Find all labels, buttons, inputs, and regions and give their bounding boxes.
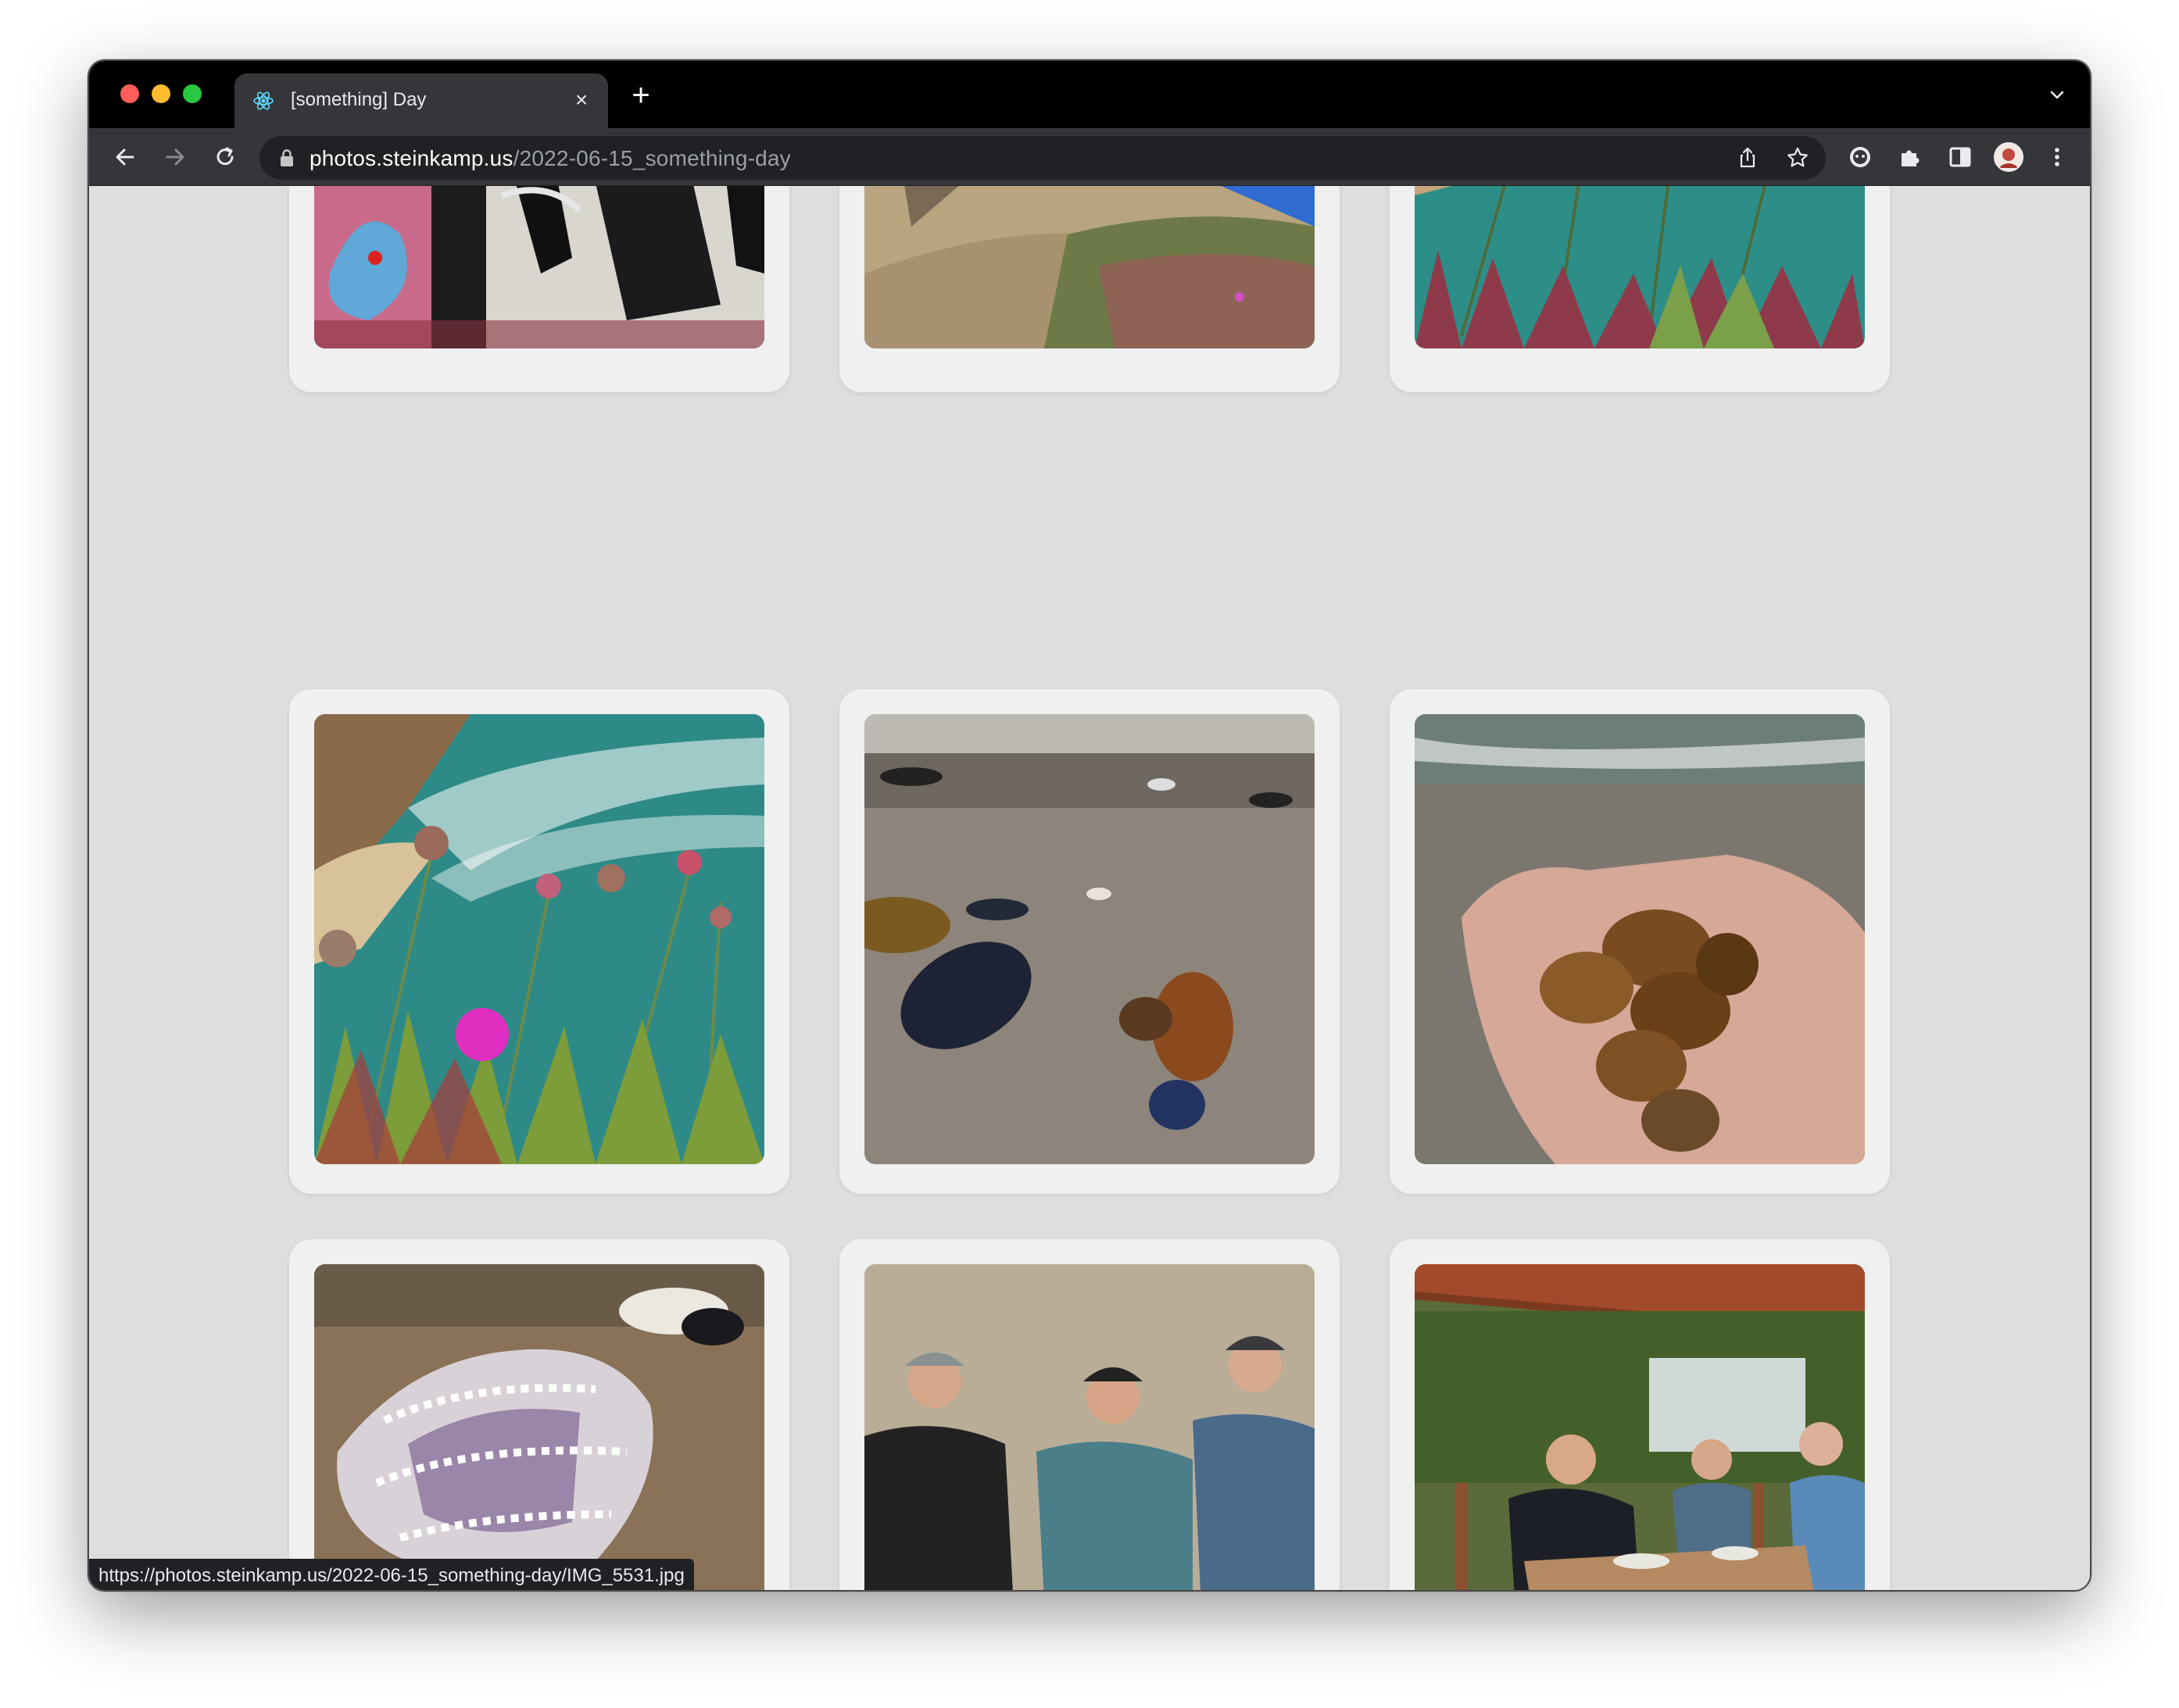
forward-arrow-icon[interactable] bbox=[159, 141, 191, 173]
photo-card[interactable] bbox=[839, 186, 1340, 392]
active-tab[interactable]: [something] Day × bbox=[234, 73, 608, 128]
photo-three-hikers-on-beach[interactable] bbox=[864, 1264, 1315, 1590]
photo-card[interactable] bbox=[839, 689, 1340, 1194]
reload-icon[interactable] bbox=[209, 141, 241, 173]
photo-mussel-shells-on-sand[interactable] bbox=[864, 714, 1315, 1164]
extensions-puzzle-icon[interactable] bbox=[1895, 141, 1926, 173]
photo-card[interactable] bbox=[289, 186, 789, 392]
zoom-window-button[interactable] bbox=[183, 84, 202, 103]
link-status-bar: https://photos.steinkamp.us/2022-06-15_s… bbox=[89, 1559, 694, 1590]
side-panel-icon[interactable] bbox=[1945, 141, 1976, 173]
photo-lunch-under-pergola[interactable] bbox=[1415, 1264, 1865, 1590]
photo-graffiti-wall[interactable] bbox=[314, 186, 764, 348]
photo-thrift-flowers-and-ice-plant[interactable] bbox=[314, 714, 764, 1164]
photo-card[interactable] bbox=[1390, 689, 1890, 1194]
url-text: photos.steinkamp.us/2022-06-15_something… bbox=[309, 146, 791, 171]
tab-strip: [something] Day × + bbox=[89, 61, 2090, 128]
photo-card[interactable] bbox=[289, 689, 789, 1194]
back-arrow-icon[interactable] bbox=[109, 141, 141, 173]
share-icon[interactable] bbox=[1735, 145, 1760, 170]
lock-icon[interactable] bbox=[278, 148, 295, 167]
photo-gallery-page: https://photos.steinkamp.us/2022-06-15_s… bbox=[89, 186, 2090, 1590]
url-path: /2022-06-15_something-day bbox=[513, 146, 791, 170]
url-host: photos.steinkamp.us bbox=[309, 146, 513, 170]
profile-avatar[interactable] bbox=[1993, 141, 2024, 173]
photo-card[interactable] bbox=[1390, 1239, 1890, 1590]
photo-card[interactable] bbox=[289, 1239, 789, 1590]
more-menu-icon[interactable] bbox=[2041, 141, 2073, 173]
photo-sea-urchin-shell[interactable] bbox=[314, 1264, 764, 1590]
tab-search-chevron-icon[interactable] bbox=[2046, 84, 2068, 106]
extension-tracker-icon[interactable] bbox=[1844, 141, 1876, 173]
photo-sea-pinks-over-ocean[interactable] bbox=[1415, 186, 1865, 348]
tab-title: [something] Day bbox=[291, 89, 427, 110]
address-bar[interactable]: photos.steinkamp.us/2022-06-15_something… bbox=[259, 136, 1826, 180]
photo-card[interactable] bbox=[1390, 186, 1890, 392]
browser-window: [something] Day × + photos.steinkamp.us/… bbox=[88, 59, 2091, 1592]
close-tab-button[interactable]: × bbox=[569, 88, 594, 113]
react-atom-icon bbox=[253, 91, 274, 110]
close-window-button[interactable] bbox=[120, 84, 139, 103]
browser-toolbar: photos.steinkamp.us/2022-06-15_something… bbox=[89, 128, 2090, 186]
photo-graffiti-bunker-on-cliff[interactable] bbox=[864, 186, 1315, 348]
new-tab-button[interactable]: + bbox=[625, 80, 657, 111]
minimize-window-button[interactable] bbox=[152, 84, 170, 103]
bookmark-star-icon[interactable] bbox=[1785, 145, 1810, 170]
photo-snail-shells-in-hand[interactable] bbox=[1415, 714, 1865, 1164]
photo-card[interactable] bbox=[839, 1239, 1340, 1590]
